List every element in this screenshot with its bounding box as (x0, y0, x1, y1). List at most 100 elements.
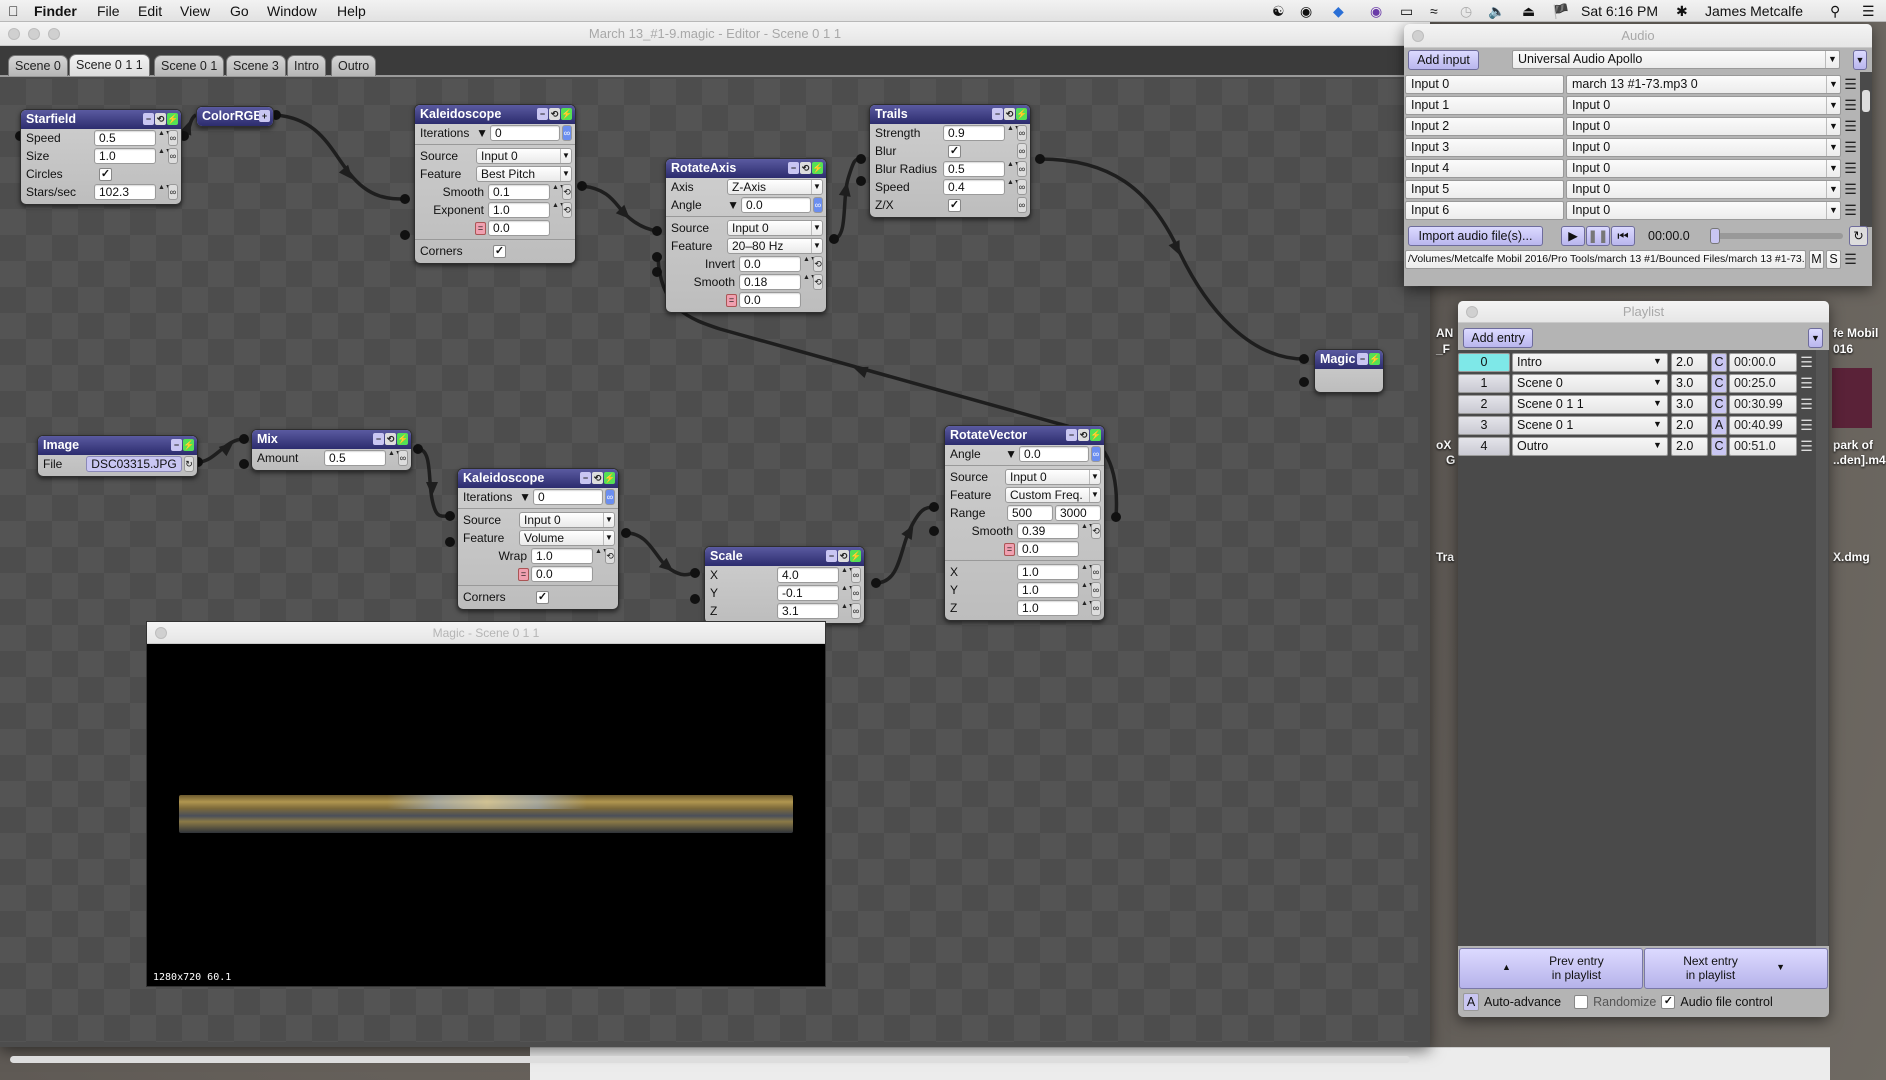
entry-scene-select[interactable]: Intro (1512, 353, 1668, 372)
entry-duration[interactable]: 2.0 (1671, 353, 1708, 372)
wire-kaleido2-to-scale[interactable] (625, 531, 696, 577)
bolt-icon[interactable]: ⚡ (850, 550, 861, 562)
bolt-icon[interactable]: ⚡ (1369, 353, 1380, 365)
reset-icon[interactable]: ⟲ (1004, 108, 1015, 120)
entry-scene-select[interactable]: Outro (1512, 437, 1668, 456)
drag-handle-icon[interactable]: ☰ (1843, 180, 1858, 199)
param-value-field[interactable]: 0.5 (324, 450, 386, 466)
airplay-icon[interactable]: ▭ (1400, 3, 1413, 20)
collapse-icon[interactable]: − (537, 108, 548, 120)
node-header[interactable]: RotateVector − ⟲ ⚡ (945, 426, 1104, 445)
reset-icon[interactable]: ⟲ (385, 433, 396, 445)
param-value-field[interactable]: 0.1 (488, 184, 550, 200)
bolt-icon[interactable]: ⚡ (397, 433, 408, 445)
entry-transition-mode[interactable]: C (1711, 437, 1727, 456)
file-select-button[interactable]: DSC03315.JPG (86, 456, 182, 472)
bolt-icon[interactable]: ⚡ (812, 162, 823, 174)
chevron-down-icon[interactable]: ▼ (1653, 356, 1662, 366)
param-value-field[interactable]: 0.0 (488, 220, 550, 236)
stepper-icon[interactable]: ▲▼ (595, 548, 609, 564)
drag-handle-icon[interactable]: ☰ (1799, 395, 1814, 414)
desktop-label[interactable]: fe Mobil (1833, 326, 1878, 340)
dropdown-arrow-icon[interactable]: ▼ (727, 198, 739, 212)
stepper-icon[interactable]: ▲▼ (158, 184, 172, 200)
reset-icon[interactable]: ⟲ (155, 113, 166, 125)
reset-icon[interactable]: ⟲ (592, 472, 603, 484)
connection-port[interactable] (929, 526, 939, 536)
param-checkbox[interactable]: ✓ (948, 144, 961, 158)
audio-file-path[interactable]: /Volumes/Metcalfe Mobil 2016/Pro Tools/m… (1405, 250, 1806, 269)
input-source-select[interactable]: Input 0 ▼ (1566, 138, 1841, 157)
menu-file[interactable]: File (97, 3, 120, 19)
stepper-icon[interactable]: ▲▼ (1081, 600, 1095, 616)
node-magic[interactable]: Magic − ⚡ (1314, 349, 1384, 393)
flag-icon[interactable]: 🏴 (1552, 3, 1569, 20)
collapse-icon[interactable]: − (171, 439, 182, 451)
connection-port[interactable] (1299, 377, 1309, 387)
node-header[interactable]: Kaleidoscope − ⟲ ⚡ (458, 469, 618, 488)
link-icon[interactable]: ∞ (851, 585, 861, 601)
param-value-field[interactable]: 0.0 (739, 256, 801, 272)
audio-file-control-checkbox[interactable]: ✓ (1661, 995, 1676, 1009)
close-button[interactable] (8, 28, 20, 40)
desktop-label[interactable]: park of (1833, 438, 1873, 452)
param-value-field[interactable]: 0 (490, 125, 560, 141)
link-icon[interactable]: ∞ (1017, 161, 1027, 177)
wifi-icon[interactable]: ≈ (1430, 3, 1438, 19)
audio-device-select[interactable]: Universal Audio Apollo ▼ (1512, 50, 1840, 69)
param-value-field[interactable]: 0.5 (943, 161, 1005, 177)
reset-icon[interactable]: ⟲ (562, 202, 572, 218)
connection-port[interactable] (652, 252, 662, 262)
desktop-file-thumbnail[interactable] (1832, 368, 1872, 428)
bluetooth-icon[interactable]: ✱ (1676, 3, 1688, 20)
stepper-icon[interactable]: ▲▼ (841, 585, 855, 601)
reset-icon[interactable]: ⟲ (813, 256, 823, 272)
param-value-field[interactable]: 0.5 (94, 130, 156, 146)
playback-slider[interactable] (1710, 228, 1843, 244)
link-icon[interactable]: ∞ (1017, 197, 1027, 213)
wire-rotateaxis-to-trails[interactable] (833, 157, 862, 241)
entry-index[interactable]: 3 (1458, 416, 1510, 435)
inputs-scrollbar[interactable] (1860, 72, 1872, 227)
rewind-button[interactable]: ⏮ (1611, 226, 1635, 246)
link-icon[interactable]: ∞ (1091, 600, 1101, 616)
drag-handle-icon[interactable]: ☰ (1843, 250, 1858, 269)
stepper-icon[interactable]: ▲▼ (552, 184, 566, 200)
entry-scene-select[interactable]: Scene 0 1 (1512, 416, 1668, 435)
next-entry-button[interactable]: ▼ Next entry in playlist (1644, 948, 1828, 989)
stepper-icon[interactable]: ▲▼ (388, 450, 402, 466)
param-checkbox[interactable]: ✓ (536, 590, 549, 604)
tab-scene-0-1-1[interactable]: Scene 0 1 1 (69, 54, 150, 76)
solo-button[interactable]: S (1826, 250, 1841, 269)
add-input-button[interactable]: Add input (1408, 50, 1479, 70)
node-scale[interactable]: Scale − ⟲ ⚡ X 4.0 ▲▼ ∞ Y -0.1 ▲▼ ∞ Z 3.1 ▲▼ ∞ (704, 546, 865, 624)
stepper-icon[interactable]: ▲▼ (1081, 564, 1095, 580)
bolt-icon[interactable]: ⚡ (183, 439, 194, 451)
desktop-label[interactable]: 016 (1833, 342, 1853, 356)
link-icon[interactable]: ∞ (1017, 125, 1027, 141)
link-icon[interactable]: ∞ (1091, 446, 1101, 462)
stepper-icon[interactable]: ▲▼ (158, 148, 172, 164)
drag-handle-icon[interactable]: ☰ (1799, 416, 1814, 435)
connection-port[interactable] (690, 594, 700, 604)
bolt-icon[interactable]: ⚡ (561, 108, 572, 120)
prev-entry-button[interactable]: ▲ Prev entry in playlist (1459, 948, 1643, 989)
collapse-icon[interactable]: − (143, 113, 154, 125)
entry-scene-select[interactable]: Scene 0 1 1 (1512, 395, 1668, 414)
user-menu[interactable]: James Metcalfe (1705, 3, 1803, 19)
entry-start-time[interactable]: 00:00.0 (1729, 353, 1797, 372)
entry-index[interactable]: 4 (1458, 437, 1510, 456)
eject-icon[interactable]: ⏏ (1522, 3, 1535, 20)
play-button[interactable]: ▶ (1561, 226, 1585, 246)
connection-port[interactable] (1111, 512, 1121, 522)
clock[interactable]: Sat 6:16 PM (1581, 3, 1658, 19)
input-name-field[interactable]: Input 0 (1405, 75, 1564, 94)
connection-port[interactable] (871, 578, 881, 588)
desktop-label[interactable]: X.dmg (1833, 550, 1870, 564)
connection-port[interactable] (239, 434, 249, 444)
tab-scene-3[interactable]: Scene 3 (226, 55, 286, 76)
stepper-icon[interactable]: ▲▼ (158, 130, 172, 146)
link-icon[interactable]: ∞ (605, 489, 615, 505)
param-checkbox[interactable]: ✓ (99, 167, 112, 181)
input-name-field[interactable]: Input 3 (1405, 138, 1564, 157)
